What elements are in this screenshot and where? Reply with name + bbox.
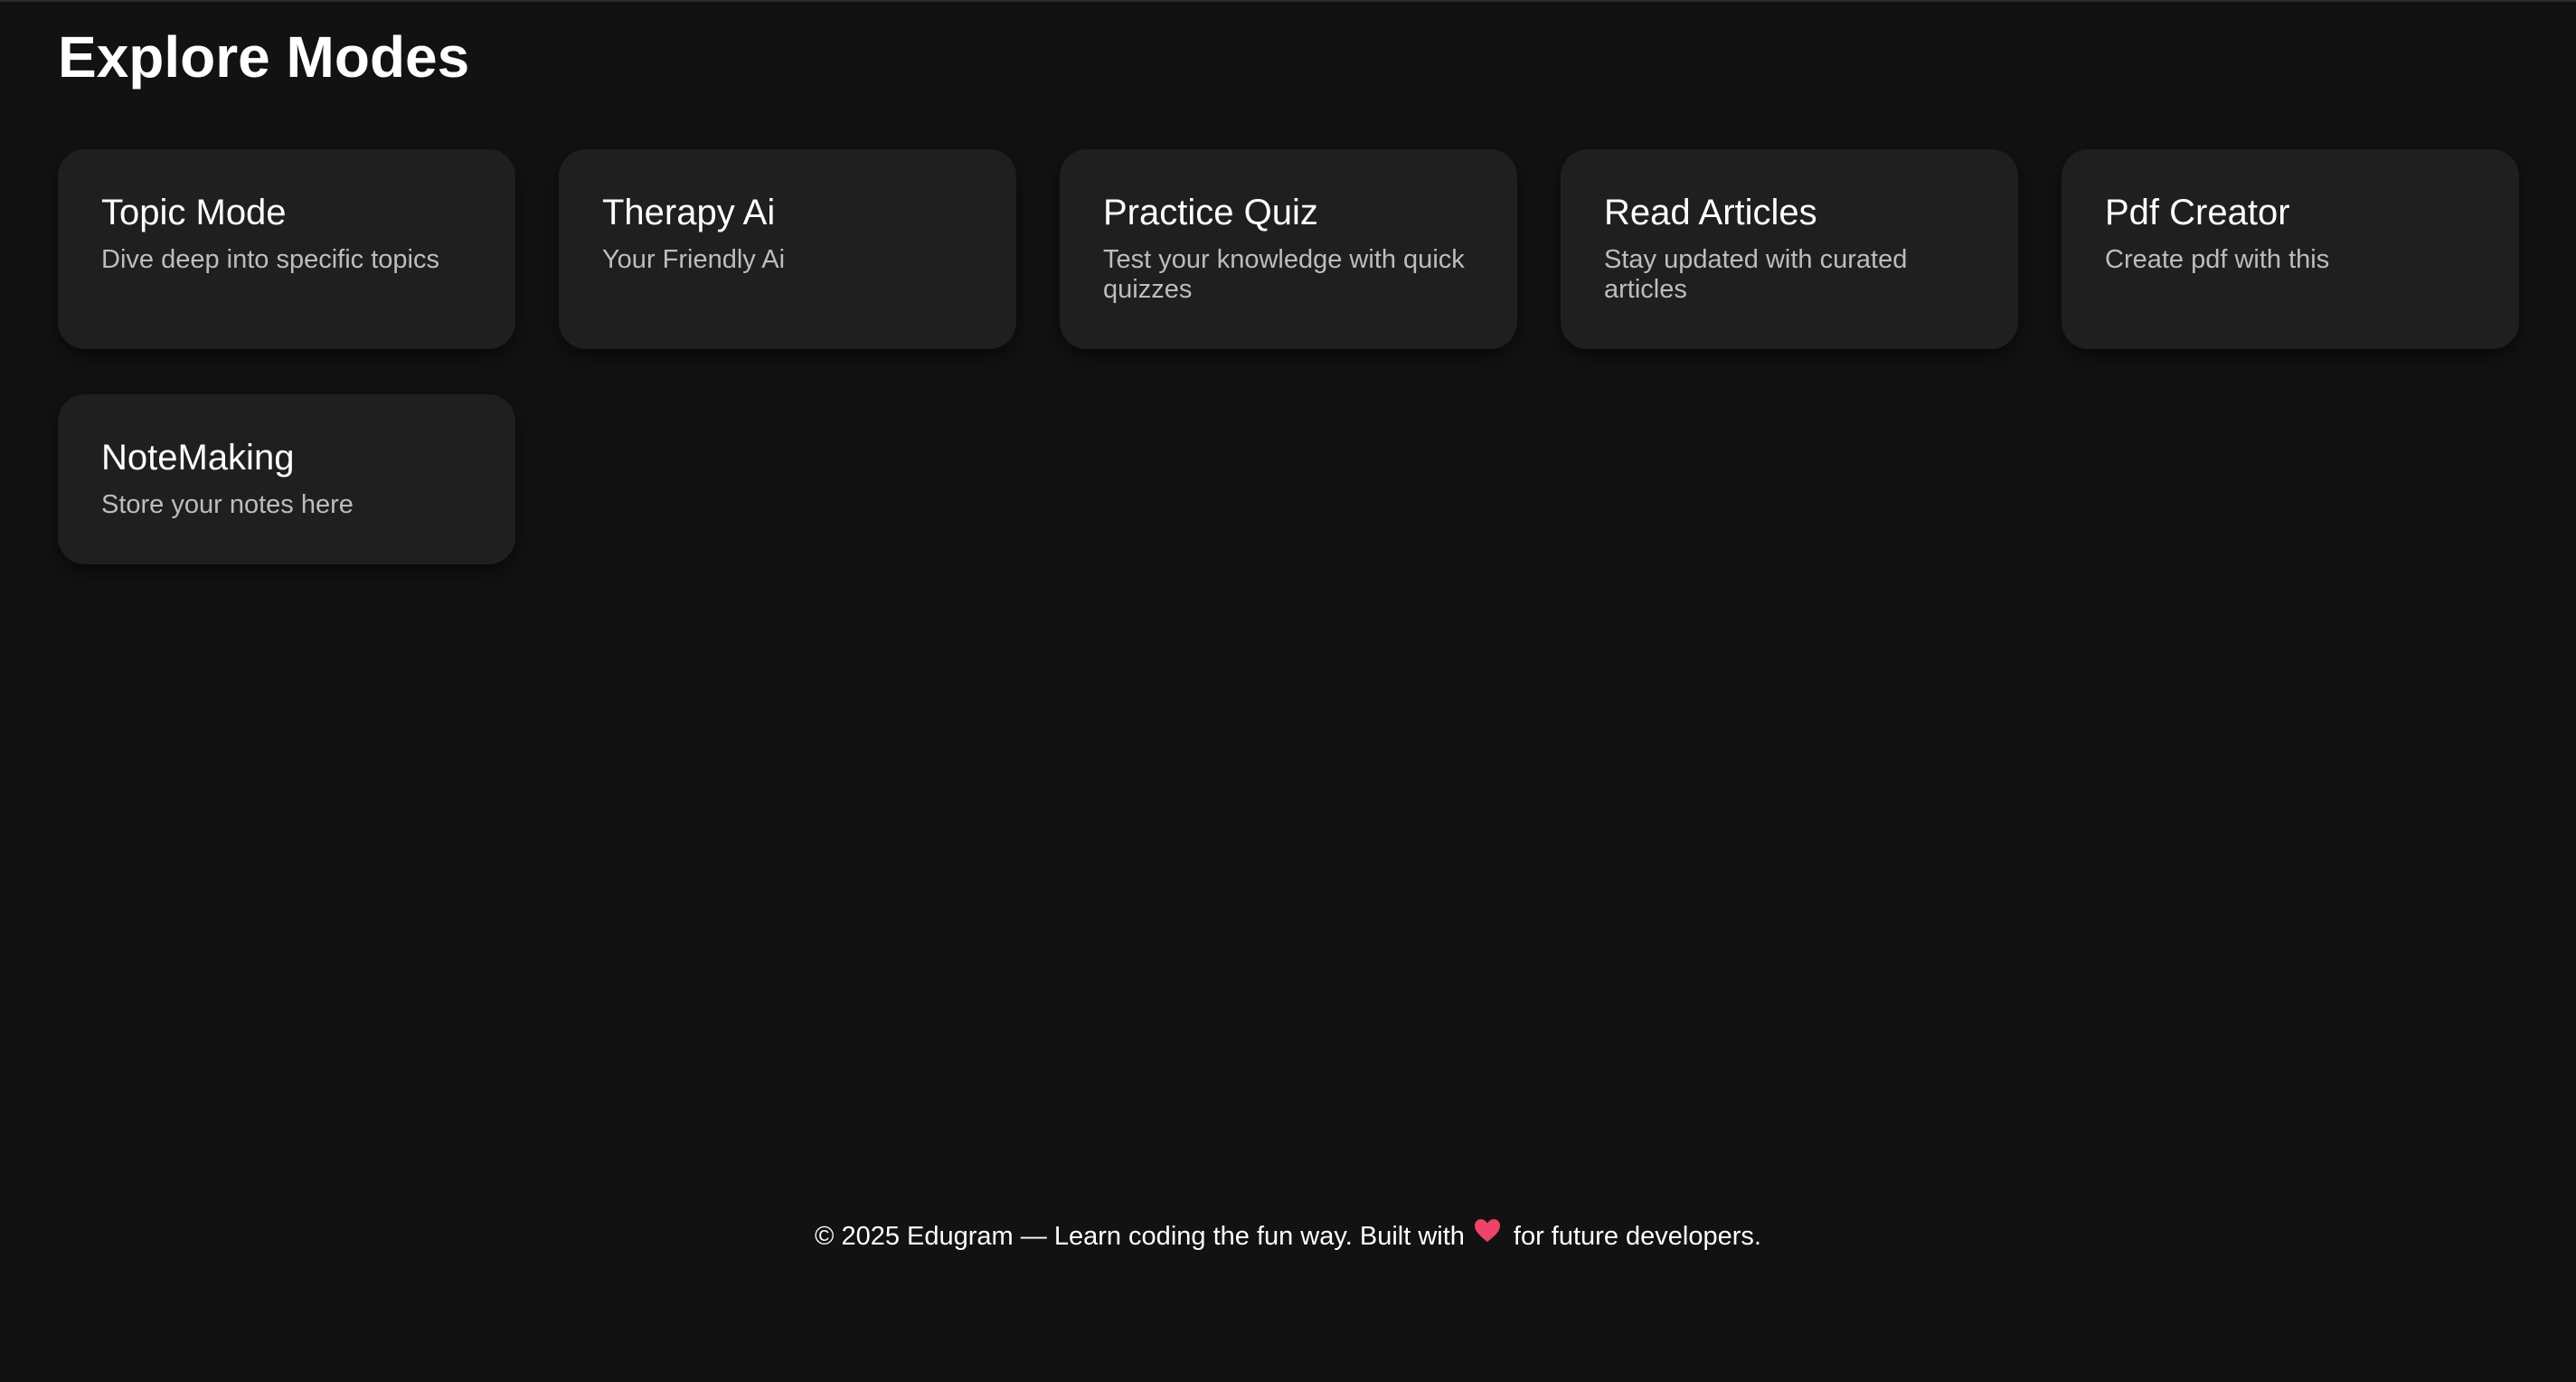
card-title: Topic Mode	[101, 193, 287, 232]
card-title: Read Articles	[1604, 193, 1817, 232]
card-title: Therapy Ai	[602, 193, 776, 232]
heart-icon	[1474, 1216, 1501, 1253]
top-divider	[0, 0, 2576, 2]
footer-text-before: © 2025 Edugram — Learn coding the fun wa…	[815, 1222, 1465, 1251]
card-description: Create pdf with this	[2105, 245, 2330, 274]
mode-card-therapy-ai[interactable]: Therapy Ai Your Friendly Ai	[559, 149, 1016, 349]
card-title: NoteMaking	[101, 438, 295, 478]
card-title: Pdf Creator	[2105, 193, 2290, 232]
mode-card-read-articles[interactable]: Read Articles Stay updated with curated …	[1561, 149, 2018, 349]
card-description: Your Friendly Ai	[602, 245, 786, 274]
footer-text-after: for future developers.	[1513, 1222, 1761, 1251]
card-title: Practice Quiz	[1103, 193, 1318, 232]
mode-card-practice-quiz[interactable]: Practice Quiz Test your knowledge with q…	[1060, 149, 1517, 349]
mode-card-notemaking[interactable]: NoteMaking Store your notes here	[58, 394, 515, 564]
card-description: Dive deep into specific topics	[101, 245, 439, 274]
card-description: Store your notes here	[101, 490, 354, 519]
mode-card-topic-mode[interactable]: Topic Mode Dive deep into specific topic…	[58, 149, 515, 349]
mode-card-pdf-creator[interactable]: Pdf Creator Create pdf with this	[2062, 149, 2519, 349]
card-description: Test your knowledge with quick quizzes	[1103, 245, 1465, 304]
card-description: Stay updated with curated articles	[1604, 245, 1908, 304]
page-title: Explore Modes	[58, 24, 470, 90]
footer: © 2025 Edugram — Learn coding the fun wa…	[0, 1218, 2576, 1255]
